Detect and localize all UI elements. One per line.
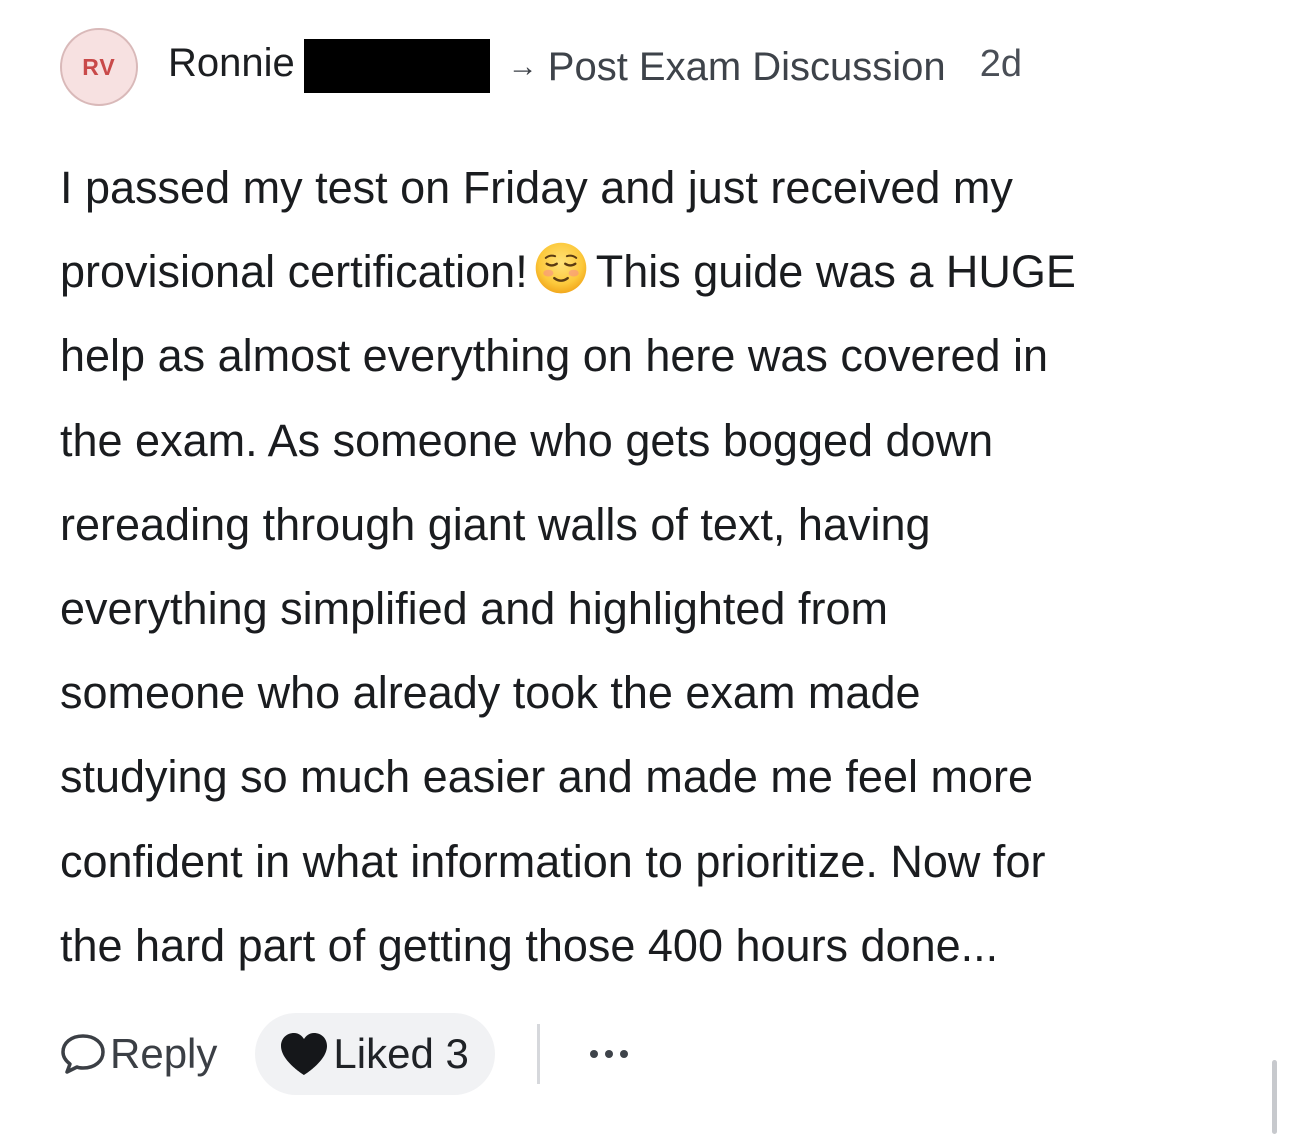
heart-icon xyxy=(281,1033,328,1075)
like-count-label: Liked 3 xyxy=(333,1030,469,1077)
reply-button[interactable]: Reply xyxy=(58,1030,217,1078)
avatar-initials: RV xyxy=(82,53,116,80)
relieved-smiling-face-emoji xyxy=(535,242,587,294)
body-line: studying so much easier and made me feel… xyxy=(60,751,1033,803)
arrow-right-icon: → xyxy=(507,50,538,83)
post-body: I passed my test on Friday and just rece… xyxy=(60,146,1240,988)
avatar[interactable]: RV xyxy=(60,28,138,106)
reply-label: Reply xyxy=(110,1030,218,1077)
dot xyxy=(619,1050,628,1058)
speech-bubble-icon xyxy=(61,1034,105,1074)
redacted-surname xyxy=(303,39,490,93)
body-line: confident in what information to priorit… xyxy=(60,835,1046,887)
body-line: the exam. As someone who gets bogged dow… xyxy=(60,414,994,466)
post-timestamp[interactable]: 2d xyxy=(980,43,1022,86)
action-divider xyxy=(536,1024,540,1084)
post-actions: Reply Liked 3 xyxy=(58,1013,628,1095)
body-line: someone who already took the exam made xyxy=(60,667,921,719)
author-name[interactable]: Ronnie xyxy=(168,41,295,86)
body-line: help as almost everything on here was co… xyxy=(60,330,1049,382)
body-line: rereading through giant walls of text, h… xyxy=(60,498,931,550)
body-line-with-emoji: provisional certification! This guide wa… xyxy=(60,230,1240,314)
dot xyxy=(589,1050,598,1058)
body-line: everything simplified and highlighted fr… xyxy=(60,583,888,635)
scrollbar[interactable] xyxy=(1272,1060,1277,1134)
body-line: the hard part of getting those 400 hours… xyxy=(60,919,999,971)
post-card: RV Ronnie → Post Exam Discussion 2d I pa… xyxy=(0,0,1290,1134)
body-text: provisional certification! xyxy=(60,246,528,298)
ellipsis-icon[interactable] xyxy=(589,1034,628,1074)
body-line: I passed my test on Friday and just rece… xyxy=(60,162,1013,213)
post-header: RV Ronnie → Post Exam Discussion 2d xyxy=(60,26,1022,108)
space-link[interactable]: Post Exam Discussion xyxy=(548,45,946,90)
like-button[interactable]: Liked 3 xyxy=(255,1013,495,1095)
body-text: This guide was a HUGE xyxy=(595,246,1076,298)
dot xyxy=(604,1050,613,1058)
